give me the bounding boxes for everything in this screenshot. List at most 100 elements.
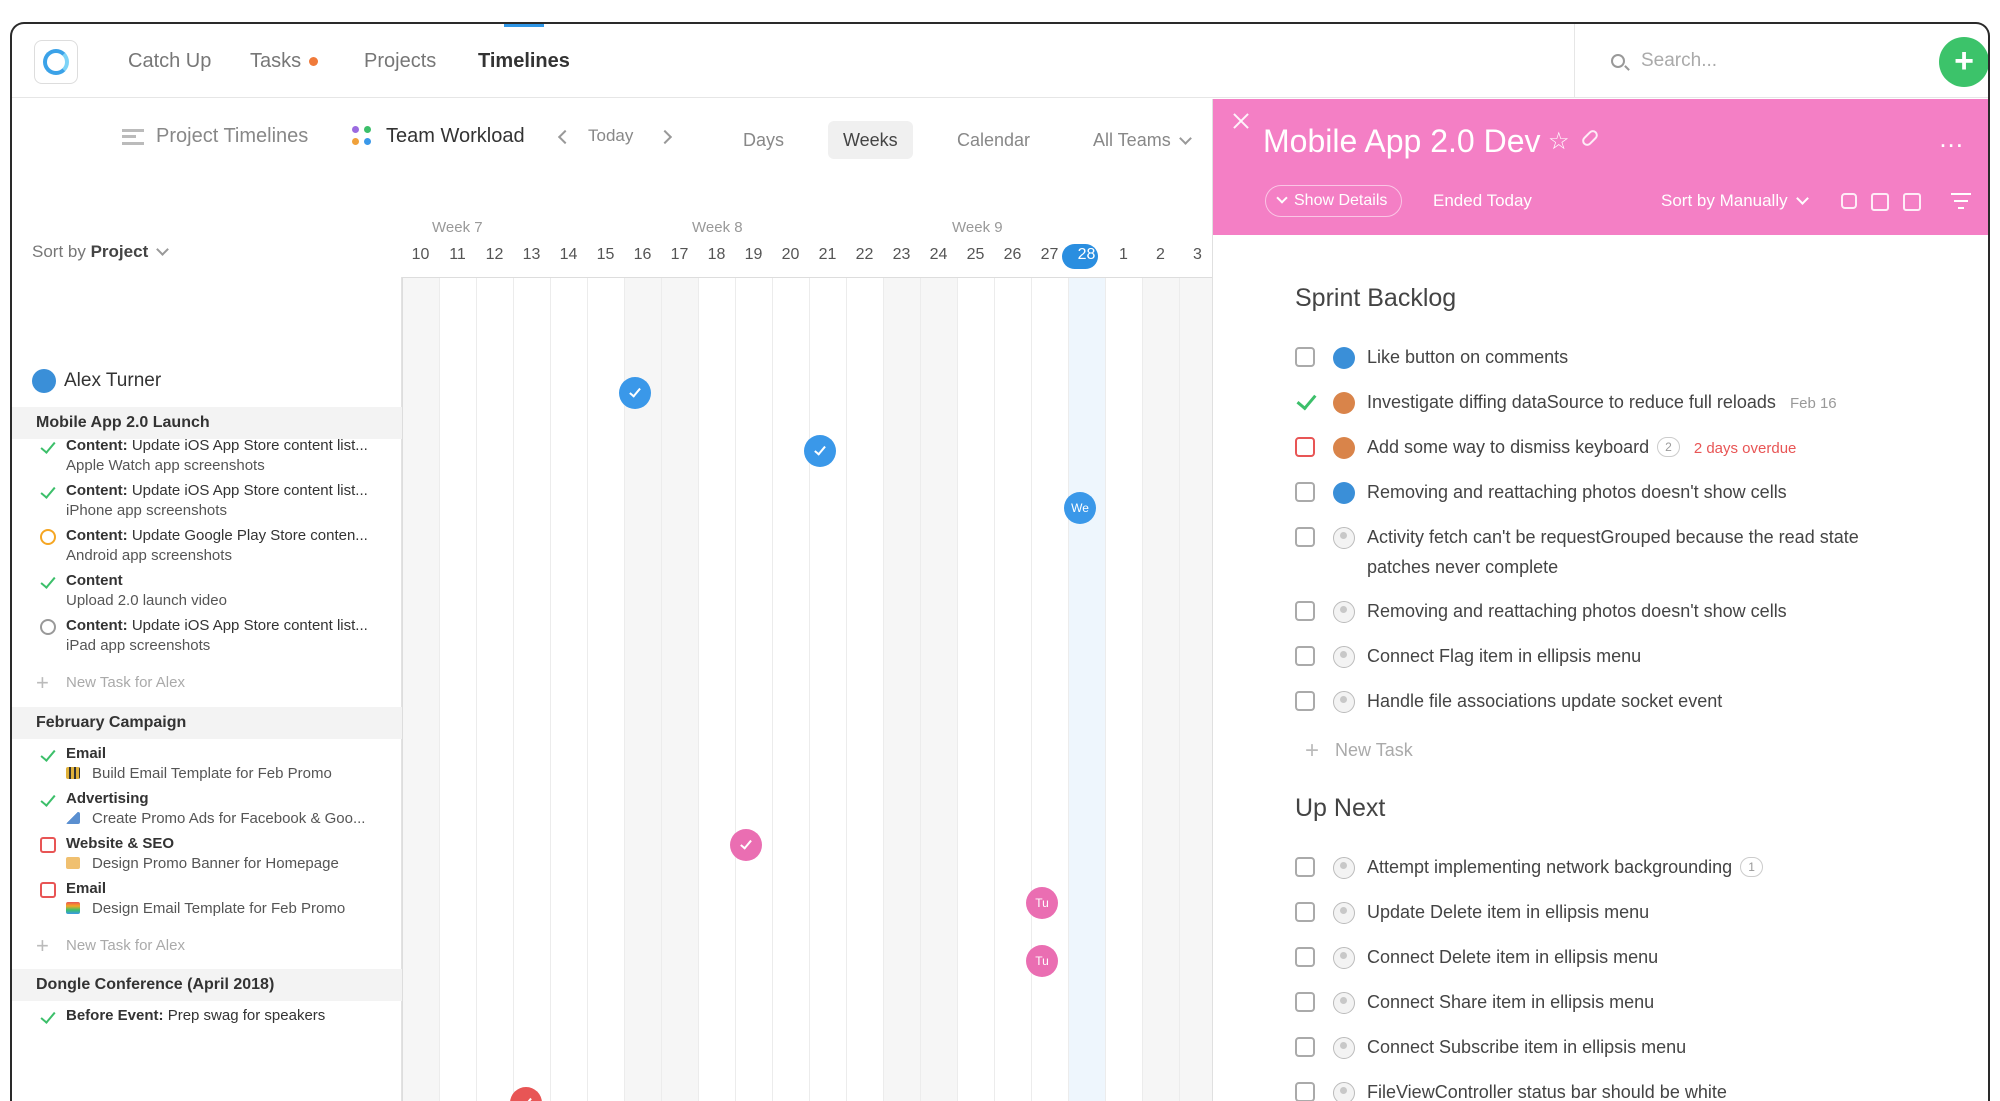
- task-item[interactable]: Advertising Create Promo Ads for Faceboo…: [36, 790, 396, 827]
- star-icon[interactable]: ☆: [1548, 127, 1570, 156]
- new-task-label: New Task for Alex: [66, 674, 185, 691]
- sort-manually-dropdown[interactable]: Sort by Manually: [1661, 191, 1809, 211]
- task-checkbox[interactable]: [1295, 601, 1315, 621]
- task-marker[interactable]: [619, 377, 651, 409]
- task-checkbox[interactable]: [1295, 992, 1315, 1012]
- add-button[interactable]: +: [1939, 37, 1988, 87]
- tab-timelines[interactable]: Timelines: [478, 24, 570, 98]
- task-marker[interactable]: Tu: [1026, 945, 1058, 977]
- day-label: 13: [522, 246, 541, 263]
- task-marker[interactable]: Tu: [1026, 887, 1058, 919]
- timeline-grid[interactable]: [402, 277, 1222, 1101]
- task-row[interactable]: Handle file associations update socket e…: [1295, 686, 1945, 716]
- task-checkbox[interactable]: [1295, 437, 1315, 457]
- task-checkbox[interactable]: [1295, 947, 1315, 967]
- close-icon[interactable]: [1231, 111, 1251, 131]
- more-icon[interactable]: ...: [1939, 123, 1964, 154]
- view-calendar[interactable]: Calendar: [942, 121, 1045, 159]
- task-item[interactable]: Before Event: Prep swag for speakers: [36, 1007, 396, 1024]
- sort-dropdown[interactable]: Sort by Project: [32, 242, 170, 262]
- teams-dropdown[interactable]: All Teams: [1078, 121, 1205, 159]
- task-checkbox[interactable]: [1295, 347, 1315, 367]
- next-button[interactable]: [657, 121, 673, 151]
- task-item[interactable]: Content: Update iOS App Store content li…: [36, 617, 396, 654]
- list-view-icon[interactable]: [1841, 193, 1857, 209]
- task-checkbox[interactable]: [1295, 527, 1315, 547]
- unassigned-avatar-icon: [1333, 527, 1355, 549]
- task-checkbox[interactable]: [1295, 482, 1315, 502]
- new-task-button[interactable]: + New Task for Alex: [36, 670, 185, 696]
- task-checkbox[interactable]: [1295, 1082, 1315, 1101]
- show-details-button[interactable]: Show Details: [1265, 185, 1403, 217]
- board-view-icon[interactable]: [1871, 193, 1889, 211]
- new-task-button[interactable]: + New Task for Alex: [36, 933, 185, 959]
- day-label: 20: [781, 246, 800, 263]
- app-logo[interactable]: [34, 40, 78, 84]
- day-column: [810, 278, 847, 1101]
- task-checkbox[interactable]: [1295, 646, 1315, 666]
- task-item[interactable]: Content: Update iOS App Store content li…: [36, 437, 396, 474]
- tab-tasks[interactable]: Tasks: [250, 24, 319, 98]
- panel-title[interactable]: Mobile App 2.0 Dev: [1263, 123, 1541, 160]
- view-days[interactable]: Days: [728, 121, 799, 159]
- day-column: [477, 278, 514, 1101]
- tab-catch-up[interactable]: Catch Up: [128, 24, 211, 98]
- task-item[interactable]: Email Build Email Template for Feb Promo: [36, 745, 396, 782]
- task-row[interactable]: Investigate diffing dataSource to reduce…: [1295, 387, 1945, 419]
- task-checkbox[interactable]: [1295, 691, 1315, 711]
- today-button[interactable]: Today: [588, 121, 633, 151]
- task-checkbox[interactable]: [1295, 392, 1315, 412]
- task-item[interactable]: Content: Update iOS App Store content li…: [36, 482, 396, 519]
- new-task-button[interactable]: + New Task: [1305, 737, 1413, 765]
- search-input[interactable]: [1641, 44, 1901, 78]
- task-row[interactable]: Connect Flag item in ellipsis menu: [1295, 641, 1945, 671]
- link-icon[interactable]: [1580, 128, 1600, 148]
- task-row[interactable]: Update Delete item in ellipsis menu: [1295, 897, 1945, 927]
- task-item[interactable]: Content: Update Google Play Store conten…: [36, 527, 396, 564]
- team-workload-button[interactable]: Team Workload: [352, 121, 525, 151]
- group-header[interactable]: Mobile App 2.0 Launch: [12, 407, 402, 439]
- task-marker[interactable]: We: [1064, 492, 1096, 524]
- tab-projects[interactable]: Projects: [364, 24, 436, 98]
- group-header[interactable]: February Campaign: [12, 707, 402, 739]
- task-row[interactable]: FileViewController status bar should be …: [1295, 1077, 1945, 1101]
- group-header[interactable]: Dongle Conference (April 2018): [12, 969, 402, 1001]
- task-row[interactable]: Connect Subscribe item in ellipsis menu: [1295, 1032, 1945, 1062]
- overdue-label: 2 days overdue: [1693, 440, 1797, 457]
- day-label: 23: [892, 246, 911, 263]
- task-checkbox[interactable]: [1295, 902, 1315, 922]
- task-marker[interactable]: [804, 435, 836, 467]
- task-item[interactable]: Content Upload 2.0 launch video: [36, 572, 396, 609]
- task-row[interactable]: Connect Share item in ellipsis menu: [1295, 987, 1945, 1017]
- task-row[interactable]: Activity fetch can't be requestGrouped b…: [1295, 522, 1945, 582]
- task-item[interactable]: Website & SEO Design Promo Banner for Ho…: [36, 835, 396, 872]
- person-name: Alex Turner: [64, 370, 162, 392]
- task-checkbox[interactable]: [1295, 857, 1315, 877]
- list-icon: [122, 128, 144, 145]
- task-row[interactable]: Removing and reattaching photos doesn't …: [1295, 596, 1945, 626]
- task-row[interactable]: Like button on comments: [1295, 342, 1945, 372]
- task-label: Content: [66, 572, 123, 589]
- task-item[interactable]: Email Design Email Template for Feb Prom…: [36, 880, 396, 917]
- view-weeks[interactable]: Weeks: [828, 121, 913, 159]
- check-icon: [40, 484, 56, 500]
- person-row[interactable]: Alex Turner: [32, 369, 161, 393]
- task-title: Update Google Play Store conten...: [131, 527, 368, 544]
- task-row[interactable]: Attempt implementing network backgroundi…: [1295, 852, 1945, 882]
- team-workload-label: Team Workload: [386, 125, 525, 147]
- task-row[interactable]: Connect Delete item in ellipsis menu: [1295, 942, 1945, 972]
- task-checkbox[interactable]: [1295, 1037, 1315, 1057]
- search-icon: [1611, 54, 1625, 68]
- task-row[interactable]: Removing and reattaching photos doesn't …: [1295, 477, 1945, 507]
- filter-icon[interactable]: [1951, 193, 1971, 209]
- project-timelines-button[interactable]: Project Timelines: [122, 121, 308, 151]
- prev-button[interactable]: [557, 121, 573, 151]
- day-column: [884, 278, 921, 1101]
- unassigned-avatar-icon: [1333, 992, 1355, 1014]
- split-view-icon[interactable]: [1903, 193, 1921, 211]
- task-row[interactable]: Add some way to dismiss keyboard 2 2 days …: [1295, 432, 1945, 464]
- task-marker[interactable]: [730, 829, 762, 861]
- chevron-down-icon: [1178, 132, 1192, 145]
- check-icon: [40, 1009, 56, 1025]
- day-label: 22: [855, 246, 874, 263]
